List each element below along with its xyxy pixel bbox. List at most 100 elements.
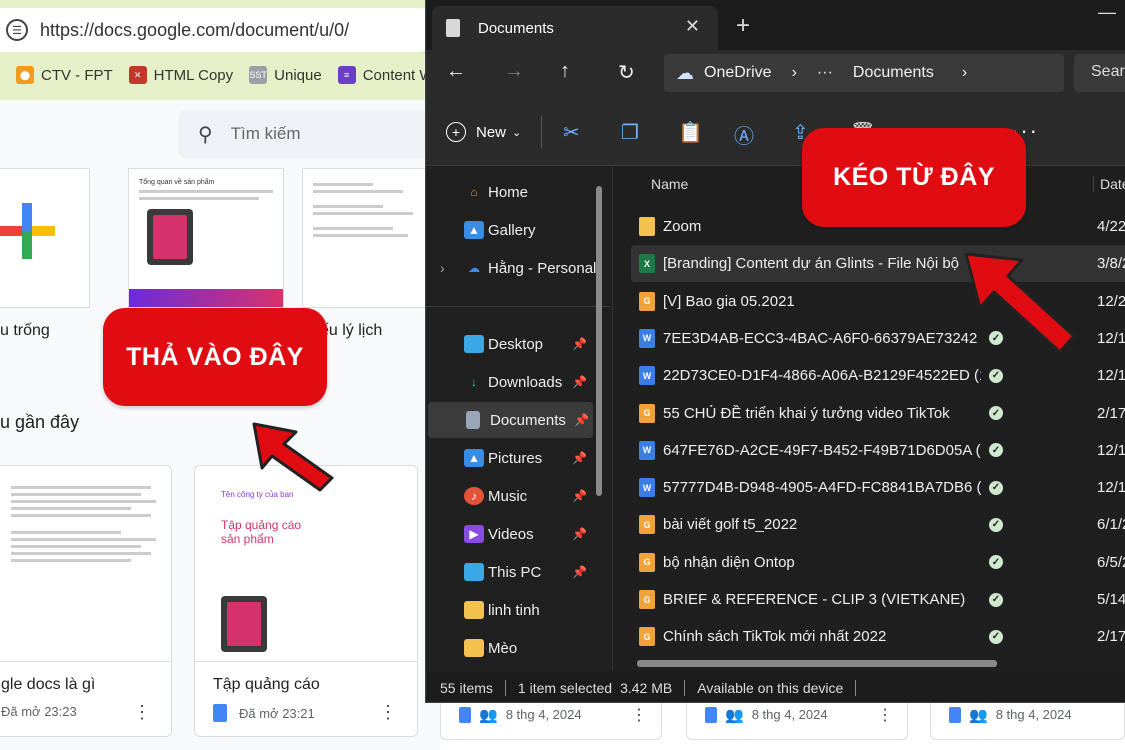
breadcrumb-onedrive[interactable]: OneDrive [704, 64, 772, 82]
chevron-right-icon[interactable]: › [440, 260, 445, 276]
sidebar-item-onedrive-personal[interactable]: › ☁ Hằng - Personal [426, 250, 606, 286]
selection-count: 1 item selected [517, 679, 613, 696]
word-file-icon: W [639, 478, 655, 498]
file-date: 12/15 [1097, 367, 1125, 385]
column-header-name[interactable]: Name [651, 176, 688, 192]
bookmark-unique[interactable]: SST Unique [249, 66, 322, 84]
rename-icon[interactable]: Ⓐ [734, 120, 754, 149]
address-breadcrumb[interactable]: ☁ OneDrive › ··· Documents › [664, 54, 1064, 92]
drag-arrow-icon [964, 252, 1076, 354]
drop-arrow-icon [252, 422, 334, 492]
documents-icon [466, 411, 480, 429]
file-row[interactable]: Gbài viết golf t5_2022 ✓ 6/1/2 [631, 506, 1125, 543]
cut-icon[interactable]: ✂ [563, 120, 580, 145]
more-options-icon[interactable]: ⋮ [877, 705, 893, 725]
file-date: 12/15 [1097, 441, 1125, 459]
pin-icon: 📌 [572, 451, 587, 465]
doc-meta: Đã mở 23:23 [1, 704, 77, 719]
sidebar-scrollbar[interactable] [596, 186, 602, 496]
url-text[interactable]: https://docs.google.com/document/u/0/ [40, 20, 349, 41]
sidebar-item-this-pc[interactable]: This PC 📌 [426, 554, 591, 590]
file-row[interactable]: G 55 CHỦ ĐỀ triển khai ý tưởng video TikT… [631, 395, 1125, 432]
docs-search-input[interactable]: ⚲ Tìm kiếm [178, 110, 440, 158]
status-bar: 55 items 1 item selected 3.42 MB Availab… [426, 672, 1125, 702]
form-icon: ≡ [337, 66, 356, 84]
videos-icon: ▶ [464, 525, 484, 543]
item-count: 55 items [440, 679, 493, 696]
file-row[interactable]: G BRIEF & REFERENCE - CLIP 3 (VIETKANE) ✓ 5… [631, 581, 1125, 618]
template-label-blank: u trống [0, 322, 50, 339]
site-settings-icon[interactable]: ☰ [6, 19, 28, 41]
word-file-icon: W [639, 366, 655, 386]
navigation-pane: ⌂ Home ▲ Gallery › ☁ Hằng - Personal Des… [426, 166, 611, 671]
tab-documents[interactable]: Documents ✕ [432, 6, 718, 50]
doc-title: gle docs là gì [1, 676, 96, 693]
pin-icon: 📌 [572, 337, 587, 351]
column-header-date[interactable]: Date [1093, 176, 1125, 192]
sync-status-icon: ✓ [989, 406, 1003, 420]
address-bar[interactable]: ☰ https://docs.google.com/document/u/0/ [0, 8, 440, 52]
minimize-icon[interactable]: — [1098, 2, 1116, 23]
shared-icon: 👥 [725, 706, 744, 724]
more-options-icon[interactable]: ⋮ [133, 702, 151, 723]
file-date: 12/24 [1097, 292, 1125, 310]
sidebar-item-desktop[interactable]: Desktop 📌 [426, 326, 591, 362]
home-icon: ⌂ [470, 185, 478, 199]
paste-icon[interactable]: 📋 [678, 120, 703, 145]
file-date: 12/15 [1097, 479, 1125, 497]
shared-icon: 👥 [969, 706, 988, 724]
new-button[interactable]: + New ⌄ [446, 122, 521, 142]
bookmark-ctv-fpt[interactable]: ⬤ CTV - FPT [16, 66, 113, 84]
sidebar-item-gallery[interactable]: ▲ Gallery [426, 212, 591, 248]
sidebar-item-meo[interactable]: Mèo [426, 630, 591, 666]
drop-here-callout: THẢ VÀO ĐÂY [103, 308, 327, 406]
sst-icon: SST [249, 66, 268, 84]
close-tab-icon[interactable]: ✕ [685, 16, 700, 37]
breadcrumb-documents[interactable]: Documents [853, 64, 934, 82]
file-row[interactable]: G Chính sách TikTok mới nhất 2022 ✓ 2/17/ [631, 618, 1125, 655]
file-date: 12/15 [1097, 329, 1125, 347]
file-row[interactable]: W 22D73CE0-D1F4-4866-A06A-B2129F4522ED (1… [631, 357, 1125, 394]
document-icon [446, 19, 460, 37]
up-icon[interactable]: ↑ [560, 60, 570, 83]
refresh-icon[interactable]: ↻ [618, 60, 635, 85]
folder-icon [639, 217, 655, 236]
copy-icon[interactable]: ❐ [621, 120, 639, 145]
recent-doc-card[interactable]: gle docs là gì Đã mở 23:23 ⋮ [0, 465, 172, 737]
sidebar-item-music[interactable]: ♪ Music 📌 [426, 478, 591, 514]
chevron-right-icon: › [791, 64, 797, 81]
file-list: Name Date Zoom4/22/X[Branding] Content d… [612, 166, 1125, 671]
docs-icon [705, 706, 717, 723]
breadcrumb-ellipsis[interactable]: ··· [817, 64, 833, 82]
sidebar-item-linh-tinh[interactable]: linh tinh [426, 592, 591, 628]
file-name: Chính sách TikTok mới nhất 2022 [663, 628, 887, 646]
bookmark-html-copy[interactable]: ✕ HTML Copy [128, 66, 233, 84]
more-options-icon[interactable]: ⋮ [379, 702, 397, 723]
pictures-icon: ▲ [464, 449, 484, 467]
file-row[interactable]: W 57777D4B-D948-4905-A4FD-FC8841BA7DB6 (1… [631, 469, 1125, 506]
back-icon[interactable]: ← [446, 60, 466, 83]
sidebar-item-pictures[interactable]: ▲ Pictures 📌 [426, 440, 591, 476]
file-row[interactable]: W 647FE76D-A2CE-49F7-B452-F49B71D6D05A (1… [631, 432, 1125, 469]
template-resume[interactable] [302, 168, 440, 308]
file-row[interactable]: Gbộ nhận diện Ontop ✓ 6/5/2 [631, 544, 1125, 581]
new-tab-icon[interactable]: + [736, 12, 750, 40]
sidebar-item-videos[interactable]: ▶ Videos 📌 [426, 516, 591, 552]
gdoc-file-icon: G [639, 552, 655, 572]
sidebar-item-home[interactable]: ⌂ Home [426, 174, 591, 210]
doc-title: Tập quảng cáo [213, 676, 320, 693]
recent-doc-card[interactable]: Tên công ty của bạn Tập quảng cáo sản ph… [194, 465, 418, 737]
gdoc-file-icon: G [639, 515, 655, 535]
sidebar-item-downloads[interactable]: ↓ Downloads 📌 [426, 364, 591, 400]
template-product-brochure[interactable]: Tổng quan về sản phẩm [128, 168, 284, 308]
forward-icon[interactable]: → [504, 60, 524, 83]
gdoc-file-icon: G [639, 590, 655, 609]
template-blank[interactable] [0, 168, 90, 308]
explorer-search-input[interactable]: Sear [1074, 54, 1125, 92]
bookmark-content-w[interactable]: ≡ Content W [337, 66, 434, 84]
horizontal-scrollbar[interactable] [637, 660, 997, 667]
file-date: 6/1/2 [1097, 516, 1125, 534]
plus-icon: + [446, 122, 466, 142]
sidebar-item-documents[interactable]: Documents 📌 [428, 402, 593, 438]
more-options-icon[interactable]: ⋮ [631, 705, 647, 725]
